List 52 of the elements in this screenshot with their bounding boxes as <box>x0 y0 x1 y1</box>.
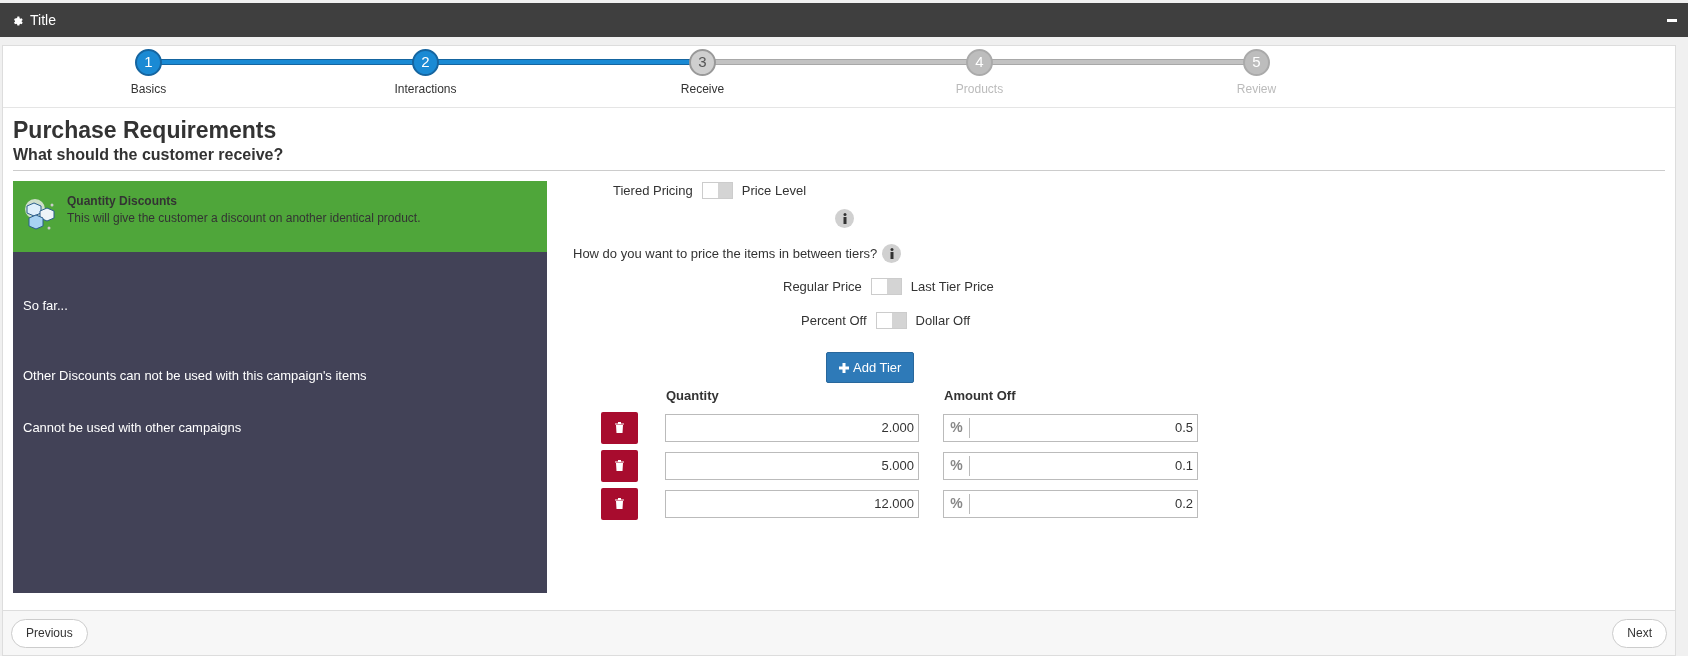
column-header: Amount Off <box>944 387 1016 405</box>
info-icon[interactable] <box>882 243 902 263</box>
trash-icon <box>615 422 624 433</box>
step-label: Review <box>1236 81 1277 98</box>
amount-field[interactable]: % 0.2 <box>943 489 1198 518</box>
step-label: Products <box>955 81 1004 98</box>
settings-icon <box>11 14 23 26</box>
card-title: Quantity Discounts <box>67 193 178 210</box>
collapse-icon[interactable] <box>1667 18 1677 22</box>
quantity-field[interactable]: 5.000 <box>665 451 919 480</box>
info-icon[interactable] <box>835 208 854 228</box>
toggle-switch[interactable] <box>701 182 733 200</box>
next-button[interactable]: Next <box>1612 618 1667 648</box>
summary-line: Cannot be used with other campaigns <box>23 419 243 436</box>
amount-value: 0.5 <box>1173 418 1194 437</box>
percent-addon: % <box>944 455 970 476</box>
card-description: This will give the customer a discount on another identical product. <box>67 210 421 227</box>
question-text: How do you want to price the items in between tiers? <box>573 244 878 263</box>
amount-field[interactable]: % 0.1 <box>943 451 1198 480</box>
discount-card[interactable]: Quantity Discounts This will give the customer a discount on another identical product. <box>13 181 547 252</box>
trash-icon <box>615 460 624 471</box>
toggle-label: Percent Off <box>801 311 867 330</box>
amount-value: 0.1 <box>1173 456 1194 475</box>
quantity-field[interactable]: 2.000 <box>665 413 919 442</box>
trash-icon <box>615 498 624 509</box>
toggle-switch[interactable] <box>870 278 902 296</box>
delete-button[interactable] <box>601 449 638 482</box>
amount-field[interactable]: % 0.5 <box>943 413 1198 442</box>
page-heading: Purchase Requirements <box>13 116 278 144</box>
toggle-label: Price Level <box>741 182 807 200</box>
column-header: Quantity <box>666 387 720 405</box>
toggle-label: Dollar Off <box>915 311 971 330</box>
delete-button[interactable] <box>601 411 638 444</box>
page-subheading: What should the customer receive? <box>13 144 1665 171</box>
step-label: Basics <box>130 81 167 98</box>
percent-addon: % <box>944 417 970 438</box>
window-title: Title <box>30 10 56 30</box>
percent-addon: % <box>944 493 970 514</box>
amount-value: 0.2 <box>1173 494 1194 513</box>
toggle-label: Regular Price <box>783 278 862 296</box>
toggle-label: Tiered Pricing <box>613 182 693 200</box>
summary-line: So far... <box>23 297 69 314</box>
delete-button[interactable] <box>601 487 638 520</box>
step-label: Interactions <box>394 81 457 98</box>
previous-button[interactable]: Previous <box>11 618 88 648</box>
toggle-switch[interactable] <box>875 311 907 329</box>
quantity-field[interactable]: 12.000 <box>665 489 919 518</box>
summary-line: Other Discounts can not be used with this campaign's items <box>23 367 368 384</box>
plus-icon <box>839 362 849 373</box>
toggle-label: Last Tier Price <box>910 278 994 296</box>
step-label: Receive <box>680 81 725 98</box>
add-tier-button[interactable]: Add Tier <box>826 352 915 383</box>
